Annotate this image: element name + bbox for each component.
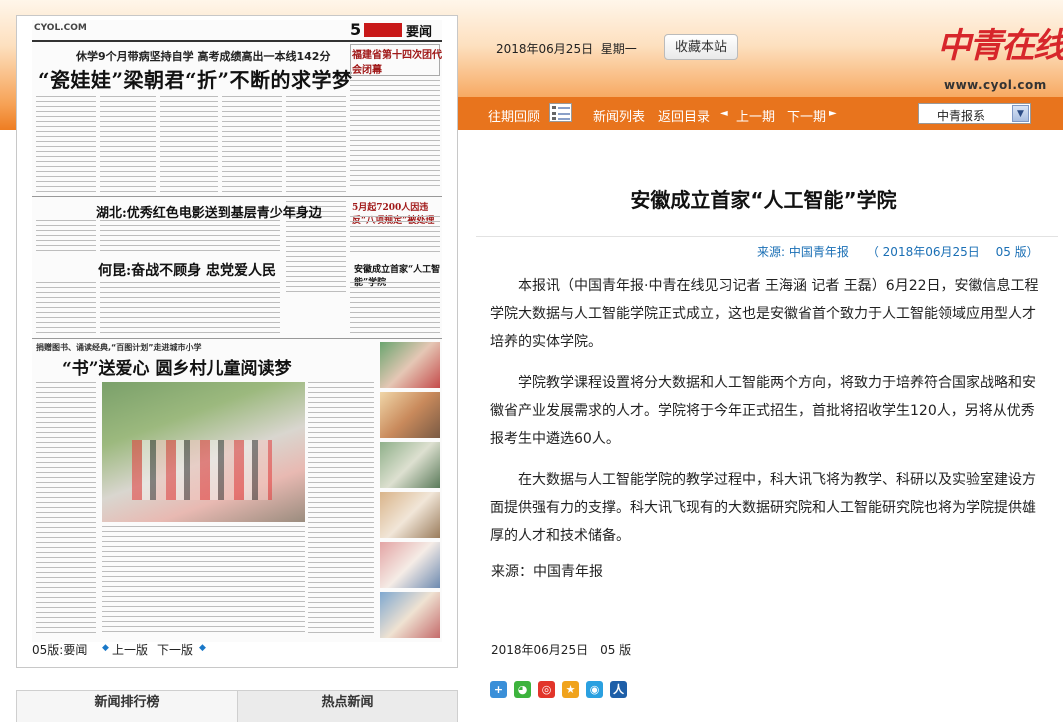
text-column bbox=[100, 220, 280, 254]
story-headline-2[interactable]: 湖北:优秀红色电影送到基层青少年身边 bbox=[96, 202, 322, 221]
article-paragraph: 本报讯（中国青年报·中青在线见习记者 王海涵 记者 王磊）6月22日，安徽信息工… bbox=[490, 278, 1039, 350]
text-column bbox=[350, 216, 440, 256]
story-photo[interactable] bbox=[102, 382, 305, 522]
next-issue-link[interactable]: 下一期 bbox=[787, 106, 826, 125]
chevron-down-icon[interactable]: ▼ bbox=[1012, 105, 1029, 122]
article-footer-date: 2018年06月25日 05 版 bbox=[491, 643, 632, 657]
text-column bbox=[100, 96, 156, 192]
photo-thumbnail[interactable] bbox=[380, 542, 440, 588]
newspaper-select-value: 中青报系 bbox=[937, 109, 986, 123]
add-favorite-button[interactable]: 收藏本站 bbox=[664, 34, 738, 60]
tencent-weibo-icon[interactable]: ◉ bbox=[586, 681, 603, 698]
text-column bbox=[308, 382, 374, 637]
story-subtitle[interactable]: 休学9个月带病坚持自学 高考成绩高出一本线142分 bbox=[76, 48, 330, 64]
text-column bbox=[36, 220, 96, 254]
newspaper-page-image[interactable]: CYOL.COM 5 要闻 休学9个月带病坚持自学 高考成绩高出一本线142分 … bbox=[32, 20, 442, 642]
calendar-grid-icon[interactable] bbox=[549, 103, 572, 122]
side-story-headline-1[interactable]: 福建省第十四次团代会闭幕 bbox=[352, 46, 442, 76]
text-column bbox=[350, 282, 440, 334]
renren-icon[interactable]: 人 bbox=[610, 681, 627, 698]
archive-link[interactable]: 往期回顾 bbox=[488, 106, 540, 125]
prev-issue-arrow-icon[interactable]: ◄ bbox=[720, 108, 728, 119]
story-headline-3[interactable]: 何昆:奋战不顾身 忠党爱人民 bbox=[98, 260, 276, 280]
rule bbox=[32, 338, 442, 339]
title-divider bbox=[476, 236, 1058, 237]
article-source: 来源：中国青年报 bbox=[491, 564, 603, 580]
masthead-logo-icon bbox=[364, 23, 402, 37]
news-tabs: 新闻排行榜 热点新闻 bbox=[16, 690, 458, 722]
text-column bbox=[102, 526, 305, 636]
photo-thumbnail[interactable] bbox=[380, 342, 440, 388]
brand-url: www.cyol.com bbox=[944, 78, 1047, 92]
page-logo: CYOL.COM bbox=[34, 23, 87, 33]
prev-page-link[interactable]: 上一版 bbox=[112, 641, 148, 658]
text-column bbox=[36, 96, 96, 192]
page-section: 要闻 bbox=[406, 25, 433, 40]
next-issue-arrow-icon[interactable]: ► bbox=[829, 108, 837, 119]
prev-issue-link[interactable]: 上一期 bbox=[736, 106, 775, 125]
current-date: 2018年06月25日 星期一 bbox=[496, 42, 637, 56]
tab-ranking[interactable]: 新闻排行榜 bbox=[17, 691, 237, 722]
story-headline-4[interactable]: “书”送爱心 圆乡村儿童阅读梦 bbox=[62, 354, 291, 379]
text-column bbox=[100, 282, 280, 334]
photo-thumbnail[interactable] bbox=[380, 442, 440, 488]
page-label: 05版:要闻 bbox=[32, 643, 88, 657]
rule bbox=[32, 196, 442, 197]
text-column bbox=[36, 282, 96, 334]
article-paragraph: 在大数据与人工智能学院的教学过程中，科大讯飞将为教学、科研以及实验室建设方面提供… bbox=[490, 472, 1036, 544]
brand-logo[interactable]: 中青在线 bbox=[937, 18, 1063, 67]
text-column bbox=[350, 80, 440, 190]
story-headline-1[interactable]: “瓷娃娃”梁朝君“折”不断的求学梦 bbox=[38, 64, 353, 93]
current-weekday: 星期一 bbox=[600, 42, 637, 56]
next-page-arrow-icon[interactable]: ◆ bbox=[199, 643, 206, 653]
back-to-index-link[interactable]: 返回目录 bbox=[658, 106, 710, 125]
wechat-icon[interactable]: ◕ bbox=[514, 681, 531, 698]
article-meta: 来源: 中国青年报 （ 2018年06月25日 05 版） bbox=[757, 245, 1039, 259]
tab-hot-news[interactable]: 热点新闻 bbox=[237, 691, 457, 722]
prev-page-arrow-icon[interactable]: ◆ bbox=[102, 643, 109, 653]
qzone-icon[interactable]: ★ bbox=[562, 681, 579, 698]
weibo-icon[interactable]: ◎ bbox=[538, 681, 555, 698]
next-page-link[interactable]: 下一版 bbox=[157, 641, 193, 658]
photo-thumbnail[interactable] bbox=[380, 392, 440, 438]
article-body: 本报讯（中国青年报·中青在线见习记者 王海涵 记者 王磊）6月22日，安徽信息工… bbox=[490, 272, 1040, 563]
share-more-icon[interactable]: + bbox=[490, 681, 507, 698]
news-list-link[interactable]: 新闻列表 bbox=[593, 106, 645, 125]
photo-thumbnail[interactable] bbox=[380, 592, 440, 638]
text-column bbox=[160, 96, 218, 192]
text-column bbox=[36, 382, 96, 637]
article-title: 安徽成立首家“人工智能”学院 bbox=[630, 188, 897, 212]
article-paragraph: 学院教学课程设置将分大数据和人工智能两个方向，将致力于培养符合国家战略和安徽省产… bbox=[490, 375, 1036, 447]
newspaper-select[interactable]: 中青报系 ▼ bbox=[918, 103, 1031, 124]
text-column bbox=[222, 96, 282, 192]
photo-thumbnail[interactable] bbox=[380, 492, 440, 538]
story-kicker-4[interactable]: 捐赠图书、诵读经典,“百图计划”走进城市小学 bbox=[36, 342, 202, 353]
page-number: 5 bbox=[350, 20, 362, 39]
